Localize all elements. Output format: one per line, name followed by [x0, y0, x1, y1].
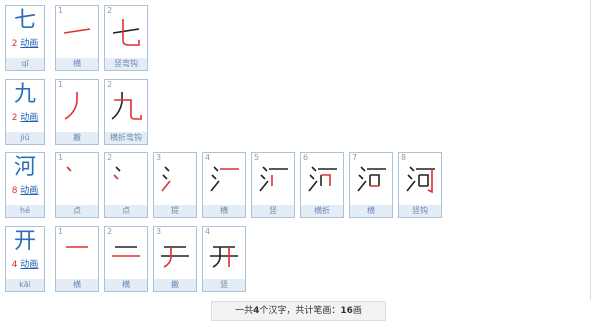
stroke-cell: 2 竖弯钩 — [104, 5, 148, 71]
stroke-name: 提 — [154, 205, 196, 217]
stroke-step-glyph — [64, 92, 78, 120]
stroke-name: 横 — [203, 205, 245, 217]
stroke-step-glyph — [161, 166, 171, 192]
stroke-step-glyph — [161, 246, 189, 268]
summary-prefix: 一共 — [235, 306, 254, 316]
char-pinyin: kāi — [6, 279, 44, 291]
stroke-cell: 4 横 — [202, 152, 246, 218]
animation-link[interactable]: 动画 — [20, 113, 38, 123]
animation-link[interactable]: 动画 — [20, 260, 38, 270]
stroke-name: 点 — [105, 205, 147, 217]
char-pinyin: jiǔ — [6, 132, 44, 144]
char-pinyin: hé — [6, 205, 44, 217]
stroke-step-glyph — [210, 166, 239, 192]
char-pinyin: qī — [6, 58, 44, 70]
stroke-cell: 2 横 — [104, 226, 148, 292]
stroke-cell: 5 竖 — [251, 152, 295, 218]
stroke-count-animation-link[interactable]: 4 动画 — [6, 259, 44, 271]
stroke-name: 横折 — [301, 205, 343, 217]
stroke-name: 横 — [56, 279, 98, 291]
stroke-step-glyph — [308, 166, 337, 192]
stroke-cell: 4 竖 — [202, 226, 246, 292]
summary-stroke-total: 16 — [340, 306, 353, 316]
summary-suffix: 画 — [352, 306, 362, 316]
char-card: 开 4 动画 kāi — [5, 226, 45, 292]
stroke-name: 点 — [56, 205, 98, 217]
stroke-name: 横折弯钩 — [105, 132, 147, 144]
char-glyph: 开 — [13, 229, 36, 254]
stroke-cell: 1 横 — [55, 5, 99, 71]
stroke-step-glyph — [63, 28, 91, 34]
stroke-cell: 3 提 — [153, 152, 197, 218]
stroke-name: 撇 — [154, 279, 196, 291]
stroke-count: 2 — [11, 113, 18, 123]
animation-link[interactable]: 动画 — [20, 186, 38, 196]
stroke-name: 竖弯钩 — [105, 58, 147, 70]
char-glyph: 七 — [13, 8, 36, 33]
stroke-count-animation-link[interactable]: 2 动画 — [6, 112, 44, 124]
summary-middle: 个汉字，共计笔画： — [259, 306, 341, 316]
stroke-count: 4 — [11, 260, 18, 270]
char-glyph: 河 — [13, 155, 36, 180]
stroke-step-glyph — [113, 166, 121, 180]
summary-bar: 一共4个汉字，共计笔画：16画 — [211, 301, 386, 321]
stroke-step-glyph — [112, 19, 140, 46]
stroke-name: 竖钩 — [399, 205, 441, 217]
stroke-step-glyph — [112, 246, 140, 257]
stroke-name: 撇 — [56, 132, 98, 144]
stroke-name: 横 — [350, 205, 392, 217]
stroke-cell: 1 撇 — [55, 79, 99, 145]
stroke-name: 竖 — [252, 205, 294, 217]
stroke-step-glyph — [259, 166, 288, 192]
stroke-count-animation-link[interactable]: 2 动画 — [6, 38, 44, 50]
stroke-cell: 7 横 — [349, 152, 393, 218]
stroke-cell: 3 撇 — [153, 226, 197, 292]
stroke-name: 竖 — [203, 279, 245, 291]
stroke-name: 横 — [56, 58, 98, 70]
char-glyph: 九 — [13, 82, 36, 107]
stroke-step-glyph — [111, 92, 142, 120]
animation-link[interactable]: 动画 — [20, 39, 38, 49]
page-divider — [590, 0, 591, 300]
stroke-step-glyph — [66, 246, 88, 248]
stroke-step-glyph — [406, 166, 435, 194]
stroke-name: 横 — [105, 279, 147, 291]
stroke-step-glyph — [357, 166, 386, 192]
stroke-step-glyph — [66, 166, 72, 172]
stroke-cell: 2 横折弯钩 — [104, 79, 148, 145]
stroke-cell: 1 横 — [55, 226, 99, 292]
stroke-cell: 8 竖钩 — [398, 152, 442, 218]
stroke-cell: 6 横折 — [300, 152, 344, 218]
stroke-cell: 2 点 — [104, 152, 148, 218]
char-card: 九 2 动画 jiǔ — [5, 79, 45, 145]
stroke-cell: 1 点 — [55, 152, 99, 218]
stroke-count: 2 — [11, 39, 18, 49]
stroke-count: 8 — [11, 186, 18, 196]
char-card: 河 8 动画 hé — [5, 152, 45, 218]
stroke-step-glyph — [210, 246, 238, 268]
stroke-count-animation-link[interactable]: 8 动画 — [6, 185, 44, 197]
char-card: 七 2 动画 qī — [5, 5, 45, 71]
